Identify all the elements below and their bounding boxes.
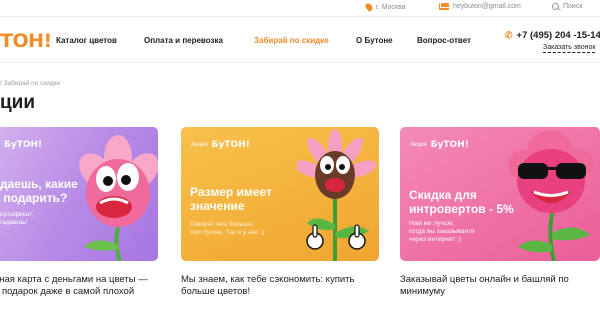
logo[interactable]: ТОН! (0, 30, 52, 52)
nav-item-discounts[interactable]: Забирай по скидке (254, 36, 329, 45)
card-text: ертификат, гадаешь! (0, 211, 34, 226)
card-text: Говорят чем больше, тем лучше. Так и у н… (190, 221, 265, 236)
city-label: г. Москва (376, 3, 406, 11)
promo-logo: БуТОН! (211, 140, 250, 150)
card-title: даешь, какие подарить? (0, 177, 78, 205)
phone-icon: ✆ (505, 30, 513, 40)
callback-link[interactable]: Заказать звонок (543, 44, 596, 53)
promo-label: Акция (410, 142, 427, 148)
mail-icon (439, 3, 449, 10)
email-link[interactable]: heybuton@gmail.com (439, 3, 521, 10)
page-title: ции (0, 92, 36, 113)
flower-mascot-illustration (508, 131, 594, 261)
promo-badge: БуТОН! (0, 140, 42, 150)
promo-badge: Акция БуТОН! (410, 140, 469, 150)
topbar: г. Москва heybuton@gmail.com Поиск (0, 0, 600, 17)
nav-item-about[interactable]: О Бутоне (356, 36, 393, 45)
flower-mascot-illustration (79, 135, 158, 261)
search-icon (552, 3, 559, 10)
topbar-divider (0, 16, 600, 17)
promo-badge: Акция БуТОН! (191, 140, 250, 150)
nav-item-payment-delivery[interactable]: Оплата и перевозка (144, 36, 223, 45)
phone-number: +7 (495) 204 -15-14 (516, 30, 600, 41)
promo-logo: БуТОН! (4, 140, 43, 150)
card-caption-gift-certificate[interactable]: нная карта с деньгами на цветы — й подар… (0, 274, 148, 298)
card-caption-size-matters[interactable]: Мы знаем, как тебе сэкономить: купить бо… (181, 274, 354, 298)
card-caption-introverts-discount[interactable]: Заказывай цветы онлайн и башляй по миним… (400, 274, 569, 298)
phone-link[interactable]: ✆ +7 (495) 204 -15-14 (505, 30, 600, 41)
card-title: Скидка для интровертов - 5% (409, 188, 514, 216)
breadcrumb[interactable]: / Забирай по скидке (0, 80, 60, 87)
nav-item-catalog[interactable]: Каталог цветов (56, 36, 117, 45)
search-label: Поиск (563, 3, 583, 10)
flower-mascot-illustration (297, 129, 377, 261)
search-button[interactable]: Поиск (552, 3, 582, 10)
promo-card-introverts-discount[interactable]: Акция БуТОН! Скидка для интровертов - 5%… (400, 127, 600, 261)
promo-logo: БуТОН! (430, 140, 469, 150)
email-label: heybuton@gmail.com (453, 3, 521, 10)
city-selector[interactable]: г. Москва (364, 2, 406, 12)
promo-label: Акция (191, 142, 208, 148)
promo-card-size-matters[interactable]: Акция БуТОН! Размер имеет значение Говор… (181, 127, 379, 261)
promo-card-gift-certificate[interactable]: БуТОН! даешь, какие подарить? ертификат,… (0, 127, 158, 261)
card-title: Размер имеет значение (190, 185, 272, 213)
card-text: Нам же лучше, когда вы заказываете через… (409, 220, 475, 243)
location-pin-icon (364, 2, 374, 12)
nav-item-faq[interactable]: Вопрос-ответ (417, 36, 471, 45)
header-divider (0, 62, 600, 63)
